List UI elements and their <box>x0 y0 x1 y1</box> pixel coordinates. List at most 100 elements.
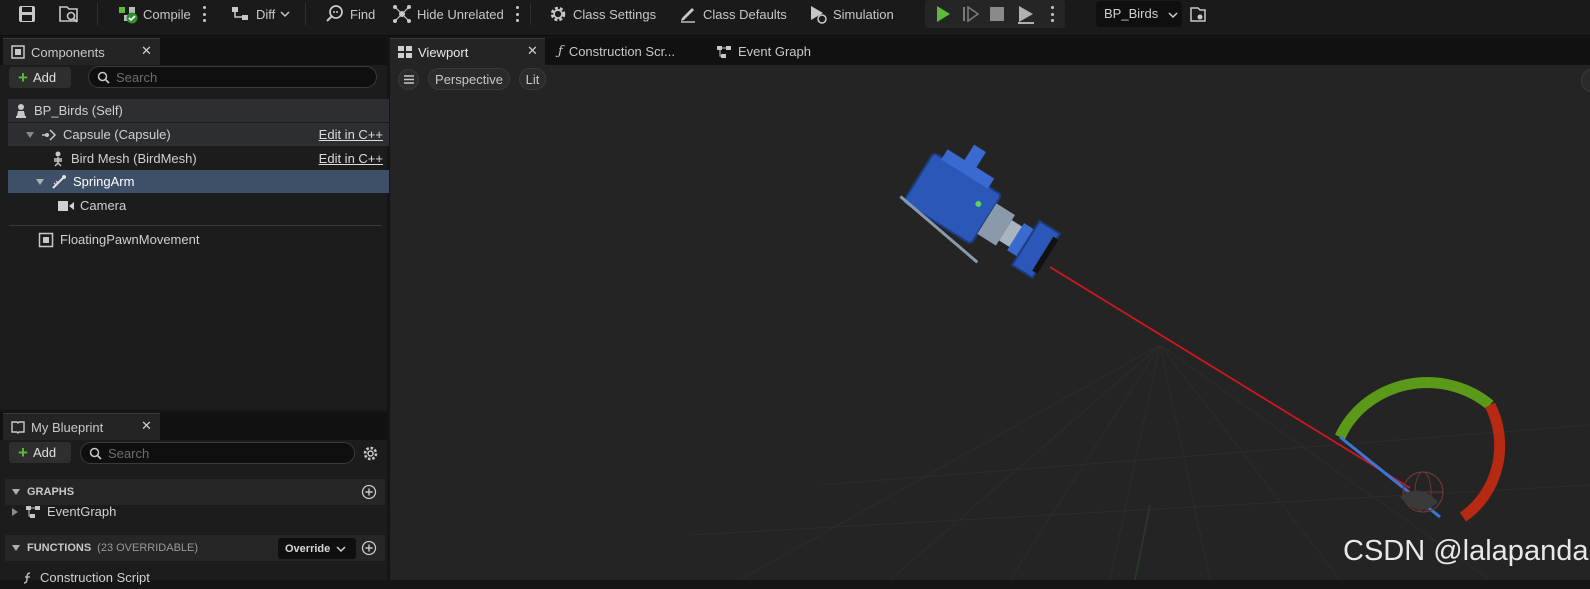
compile-status-icon <box>118 4 138 24</box>
components-panel <box>0 38 387 410</box>
expand-arrow-icon[interactable] <box>25 131 35 139</box>
find-in-browser-icon[interactable] <box>1189 6 1207 24</box>
movement-component-icon <box>38 232 54 248</box>
search-icon <box>97 71 110 84</box>
capsule-icon <box>41 127 57 143</box>
class-defaults-button[interactable]: Class Defaults <box>678 0 787 28</box>
pawn-icon <box>14 103 28 119</box>
override-function-dropdown[interactable]: Override <box>278 538 356 559</box>
tree-row-bird-mesh[interactable]: Bird Mesh (BirdMesh) Edit in C++ <box>8 147 389 170</box>
browse-asset-icon[interactable] <box>58 4 80 24</box>
compile-button[interactable]: Compile <box>118 0 191 28</box>
function-icon: ƒ <box>558 44 563 59</box>
chevron-down-icon <box>280 10 290 18</box>
my-blueprint-search-input[interactable]: Search <box>80 442 355 464</box>
collapsed-arrow-icon[interactable] <box>11 507 19 517</box>
gear-icon[interactable] <box>362 445 379 462</box>
add-graph-icon[interactable] <box>361 484 377 500</box>
toolbar-separator <box>97 3 98 25</box>
tree-row-floating-pawn-movement[interactable]: FloatingPawnMovement <box>8 228 389 251</box>
expand-arrow-icon[interactable] <box>35 178 45 186</box>
rotation-arc-green <box>1334 377 1494 440</box>
gear-icon <box>548 4 568 24</box>
play-options-icon[interactable] <box>1050 6 1054 22</box>
functions-header-label: FUNCTIONS <box>27 542 92 554</box>
hide-unrelated-options-icon[interactable] <box>515 6 519 22</box>
add-label: Add <box>32 445 57 460</box>
hamburger-icon <box>404 75 414 84</box>
add-component-button[interactable]: + Add <box>9 67 71 88</box>
eject-icon[interactable] <box>1016 5 1036 25</box>
simulation-button[interactable]: Simulation <box>808 0 894 28</box>
edit-in-cpp-link[interactable]: Edit in C++ <box>319 151 383 166</box>
toolbar-separator <box>530 3 531 25</box>
stop-icon[interactable] <box>990 7 1004 21</box>
override-label: Override <box>285 542 331 555</box>
graphs-header-label: GRAPHS <box>27 486 75 498</box>
grid-axis-line <box>1134 504 1151 580</box>
save-icon[interactable] <box>18 5 36 23</box>
class-defaults-icon <box>678 4 698 24</box>
my-blueprint-tab-label: My Blueprint <box>31 419 104 435</box>
play-controls <box>925 0 1065 28</box>
event-graph-icon <box>25 505 41 519</box>
diff-icon <box>231 5 251 23</box>
viewport-icon <box>398 46 412 58</box>
tree-row-self[interactable]: BP_Birds (Self) <box>8 99 389 122</box>
functions-count: (23 OVERRIDABLE) <box>97 542 199 554</box>
chevron-down-icon <box>336 545 346 553</box>
edit-in-cpp-link[interactable]: Edit in C++ <box>319 127 383 142</box>
perspective-toggle[interactable]: Perspective <box>428 68 510 90</box>
search-icon <box>89 447 102 460</box>
tab-viewport[interactable]: Viewport <box>390 38 545 65</box>
graph-row-event-graph[interactable]: EventGraph <box>8 500 389 523</box>
bird-mesh-gizmo <box>1400 471 1444 513</box>
class-settings-button[interactable]: Class Settings <box>548 0 656 28</box>
tab-label: Event Graph <box>738 44 811 59</box>
view-mode-toggle[interactable]: Lit <box>519 68 546 90</box>
tab-my-blueprint[interactable]: My Blueprint <box>3 413 160 440</box>
compile-options-icon[interactable] <box>202 6 206 22</box>
close-icon[interactable]: ✕ <box>141 418 152 434</box>
spring-arm-line <box>1049 266 1411 489</box>
close-icon[interactable]: ✕ <box>141 43 152 59</box>
components-search-input[interactable]: Search <box>88 66 377 88</box>
tree-row-camera[interactable]: Camera <box>8 194 389 217</box>
play-icon[interactable] <box>934 5 952 23</box>
toolbar-separator <box>305 3 306 25</box>
viewport-menu-button[interactable] <box>398 69 419 90</box>
tab-components[interactable]: Components <box>3 38 160 65</box>
tree-row-label: SpringArm <box>73 174 135 189</box>
tree-row-spring-arm[interactable]: SpringArm <box>8 170 389 193</box>
tree-row-capsule[interactable]: Capsule (Capsule) Edit in C++ <box>8 123 389 146</box>
graph-row-label: EventGraph <box>47 504 117 519</box>
plus-icon: + <box>18 443 28 462</box>
debug-object-label: BP_Birds <box>1104 6 1159 21</box>
add-member-button[interactable]: + Add <box>9 442 71 463</box>
add-label: Add <box>32 70 57 85</box>
spring-arm-icon <box>51 174 67 190</box>
close-icon[interactable]: ✕ <box>527 43 538 59</box>
hide-unrelated-button[interactable]: Hide Unrelated <box>392 0 504 28</box>
find-button[interactable]: Find <box>325 0 375 28</box>
diff-button[interactable]: Diff <box>231 0 290 28</box>
tree-row-label: BP_Birds (Self) <box>34 103 123 118</box>
debug-object-selector[interactable]: BP_Birds <box>1096 1 1182 27</box>
tab-construction-script[interactable]: ƒ Construction Scr... <box>550 38 708 65</box>
watermark: CSDN @lalapanda <box>1343 535 1589 567</box>
add-function-icon[interactable] <box>361 540 377 556</box>
my-blueprint-tabstrip: My Blueprint ✕ <box>0 413 387 440</box>
tree-row-label: Bird Mesh (BirdMesh) <box>71 151 197 166</box>
expand-arrow-icon <box>11 544 21 552</box>
find-icon <box>325 4 345 24</box>
skeleton-icon <box>51 151 65 167</box>
simulation-label: Simulation <box>833 6 894 22</box>
tab-event-graph[interactable]: Event Graph <box>708 38 836 65</box>
tree-divider <box>9 225 382 226</box>
viewport-canvas[interactable] <box>390 65 1590 580</box>
compile-label: Compile <box>143 6 191 22</box>
step-forward-icon[interactable] <box>962 6 980 22</box>
lit-label: Lit <box>525 71 540 87</box>
find-label: Find <box>350 6 376 22</box>
function-row-construction-script[interactable]: Construction Script <box>8 566 389 589</box>
